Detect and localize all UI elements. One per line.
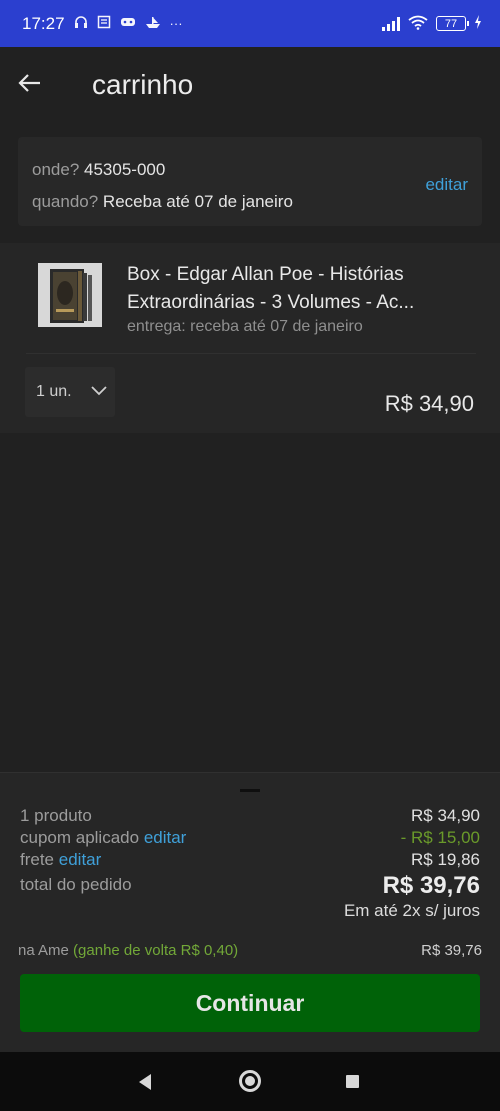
summary-products-row: 1 produto R$ 34,90: [20, 806, 480, 826]
products-count-label: 1 produto: [20, 806, 92, 825]
nav-recents-icon[interactable]: [346, 1075, 359, 1088]
edit-coupon-link[interactable]: editar: [144, 828, 187, 847]
product-name[interactable]: Box - Edgar Allan Poe - Histórias Extrao…: [127, 261, 447, 317]
coupon-label: cupom aplicado: [20, 828, 140, 847]
boat-icon: [145, 15, 161, 32]
shipping-cost: R$ 19,86: [411, 850, 480, 869]
product-price: R$ 34,90: [384, 391, 474, 416]
continue-button[interactable]: Continuar: [20, 974, 480, 1032]
quantity-value: 1 un.: [36, 383, 72, 400]
wifi-icon: [408, 15, 428, 33]
nav-home-icon[interactable]: [239, 1070, 261, 1092]
quantity-select[interactable]: 1 un.: [25, 367, 115, 417]
system-nav-bar: [0, 1052, 500, 1111]
total-label: total do pedido: [20, 875, 132, 894]
installments-info: Em até 2x s/ juros: [343, 901, 480, 920]
order-summary: 1 produto R$ 34,90 cupom aplicado editar…: [0, 772, 500, 1052]
status-right: 77: [382, 15, 482, 33]
summary-coupon-row: cupom aplicado editar - R$ 15,00: [20, 828, 480, 848]
page-title: carrinho: [92, 69, 194, 100]
drag-handle[interactable]: [240, 789, 260, 792]
status-left: 17:27 ···: [22, 14, 183, 34]
product-thumbnail[interactable]: [38, 263, 102, 327]
product-divider: [26, 353, 476, 354]
ame-payment-row: na Ame (ganhe de volta R$ 0,40) R$ 39,76: [18, 942, 482, 959]
headset-icon: [74, 15, 88, 32]
app-header: carrinho: [0, 47, 500, 127]
edit-shipping-link[interactable]: editar: [59, 850, 102, 869]
when-label: quando?: [32, 192, 99, 211]
summary-total-row: total do pedido R$ 39,76: [20, 872, 480, 900]
back-arrow-icon[interactable]: [16, 69, 44, 97]
delivery-where-row: onde? 45305-000: [32, 160, 165, 180]
chevron-down-icon: [90, 383, 108, 401]
ame-value: R$ 39,76: [421, 942, 482, 959]
battery-icon: 77: [436, 16, 469, 31]
delivery-card: onde? 45305-000 quando? Receba até 07 de…: [18, 137, 482, 226]
signal-icon: [382, 16, 400, 31]
ame-cashback: (ganhe de volta R$ 0,40): [73, 942, 239, 959]
summary-shipping-row: frete editar R$ 19,86: [20, 850, 480, 870]
total-value: R$ 39,76: [382, 872, 480, 899]
status-time: 17:27: [22, 13, 65, 33]
more-dots-icon: ···: [169, 16, 183, 31]
where-label: onde?: [32, 160, 80, 179]
zip-code-value: 45305-000: [84, 160, 166, 179]
shipping-label: frete: [20, 850, 55, 869]
coupon-discount: - R$ 15,00: [400, 828, 480, 847]
status-bar: 17:27 ··· 77: [0, 0, 500, 47]
products-subtotal: R$ 34,90: [411, 806, 480, 825]
nav-back-icon[interactable]: [137, 1073, 153, 1096]
game-icon: [120, 15, 136, 32]
product-delivery-info: entrega: receba até 07 de janeiro: [127, 318, 363, 335]
delivery-when-row: quando? Receba até 07 de janeiro: [32, 192, 293, 212]
delivery-date-value: Receba até 07 de janeiro: [102, 192, 293, 211]
charging-icon: [474, 15, 482, 32]
product-name-line2: Extraordinárias - 3 Volumes - Ac...: [127, 292, 415, 313]
news-icon: [97, 15, 111, 32]
product-name-line1: Box - Edgar Allan Poe - Histórias: [127, 264, 404, 285]
cart-item: Box - Edgar Allan Poe - Histórias Extrao…: [0, 243, 500, 433]
ame-label: na Ame: [18, 942, 69, 959]
edit-delivery-link[interactable]: editar: [425, 175, 468, 195]
